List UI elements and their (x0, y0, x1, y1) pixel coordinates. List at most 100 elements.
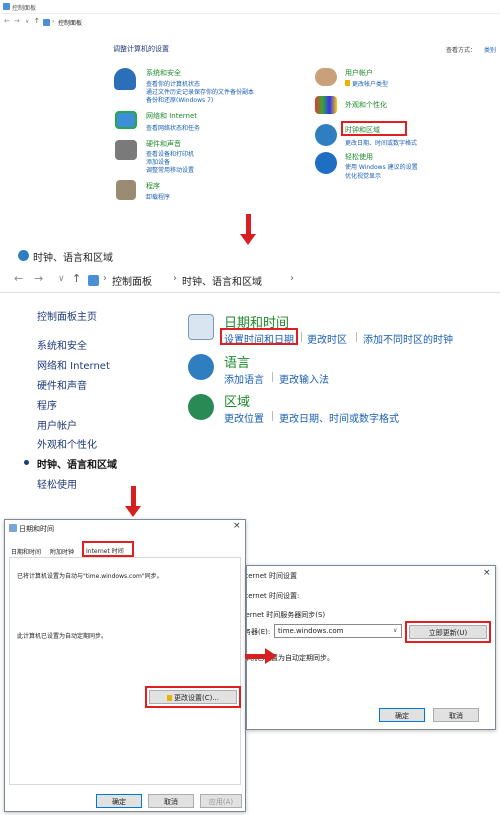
up-arrow-icon[interactable]: ↑ (72, 272, 81, 285)
close-icon[interactable]: × (483, 568, 491, 578)
sidebar-item-user-accounts[interactable]: 用户帐户 (37, 417, 77, 432)
link-windows-recommended[interactable]: 使用 Windows 建议的设置 (345, 162, 418, 171)
link-change-input[interactable]: 更改输入法 (279, 371, 329, 386)
forward-arrow-icon[interactable]: → (14, 17, 20, 25)
down-arrow-icon (131, 486, 136, 508)
back-arrow-icon[interactable]: ← (4, 17, 10, 25)
sidebar-item-ease-of-access[interactable]: 轻松使用 (37, 476, 77, 491)
shield-icon (166, 695, 172, 701)
cancel-button[interactable]: 取消 (148, 794, 194, 808)
network-icon (115, 111, 137, 129)
dialog-clock-icon (9, 524, 17, 532)
link-optimize-visual[interactable]: 优化视觉显示 (345, 171, 381, 180)
sidebar-item-clock-region[interactable]: 时钟、语言和区域 (37, 456, 117, 471)
back-arrow-icon[interactable]: ← (14, 272, 23, 285)
sync-checkbox[interactable]: 与 Internet 时间服务器同步(S) (247, 610, 325, 620)
link-network-status[interactable]: 查看网络状态和任务 (146, 123, 200, 132)
link-change-timezone[interactable]: 更改时区 (307, 331, 347, 346)
sidebar-item-system-security[interactable]: 系统和安全 (37, 337, 87, 352)
tab-content-panel (9, 557, 241, 785)
update-now-button[interactable]: 立即更新(U) (409, 625, 487, 639)
link-separator (356, 332, 357, 342)
sync-status-line: 已将计算机设置为自动与"time.windows.com"同步。 (17, 573, 163, 580)
section-region-title[interactable]: 区域 (224, 391, 250, 410)
panel1-navbar: ← → ∨ ↑ › 控制面板 (0, 15, 500, 29)
sidebar-item-home[interactable]: 控制面板主页 (37, 308, 97, 323)
link-backup-restore[interactable]: 备份和还原(Windows 7) (146, 95, 213, 104)
link-change-format[interactable]: 更改日期、时间或数字格式 (279, 410, 399, 425)
auto-sync-line: 此计算机已设置为自动定期同步。 (17, 633, 108, 640)
tab-additional-clocks[interactable]: 附加时钟 (50, 547, 74, 556)
link-separator (272, 372, 273, 382)
category-appearance[interactable]: 外观和个性化 (345, 100, 387, 110)
apply-button[interactable]: 应用(A) (200, 794, 242, 808)
breadcrumb-clock-region[interactable]: 时钟、语言和区域 (182, 273, 262, 288)
category-ease-of-access[interactable]: 轻松使用 (345, 152, 373, 162)
dialog1-title: 日期和时间 (19, 525, 54, 533)
link-change-location[interactable]: 更改位置 (224, 410, 264, 425)
sidebar-item-appearance[interactable]: 外观和个性化 (37, 436, 97, 451)
link-add-language[interactable]: 添加语言 (224, 371, 264, 386)
breadcrumb-separator: › (103, 273, 107, 284)
category-system-security[interactable]: 系统和安全 (146, 68, 181, 78)
category-network[interactable]: 网络和 Internet (146, 111, 197, 121)
link-uninstall[interactable]: 卸载程序 (146, 192, 170, 201)
tab-date-time[interactable]: 日期和时间 (11, 547, 41, 556)
ease-of-access-icon (315, 152, 337, 174)
view-by-select[interactable]: 类别 (484, 45, 496, 54)
breadcrumb-cp-icon (88, 275, 99, 286)
link-add-clocks[interactable]: 添加不同时区的时钟 (363, 331, 453, 346)
panel2-navbar: ← → ∨ ↑ › 控制面板 › 时钟、语言和区域 › (0, 270, 500, 290)
close-icon[interactable]: × (233, 521, 241, 531)
clock-region-title-icon (18, 250, 29, 261)
dropdown-chevron-icon[interactable]: ∨ (58, 274, 65, 284)
section-language-title[interactable]: 语言 (224, 352, 250, 371)
breadcrumb-control-panel[interactable]: 控制面板 (112, 273, 152, 288)
breadcrumb-separator: › (173, 273, 177, 284)
link-separator (272, 411, 273, 421)
highlight-set-time-date (220, 328, 298, 345)
language-icon (188, 354, 214, 380)
breadcrumb-cp-icon (43, 19, 50, 26)
clock-region-icon (315, 124, 337, 146)
view-by-label: 查看方式： (446, 47, 477, 54)
link-change-account-type[interactable]: 更改帐户类型 (352, 79, 388, 88)
change-settings-label: 更改设置(C)... (173, 694, 220, 702)
ok-button[interactable]: 确定 (96, 794, 142, 808)
link-mobility-settings[interactable]: 调整常用移动设置 (146, 165, 194, 174)
ok-button[interactable]: 确定 (379, 708, 425, 722)
panel2-titlebar: 时钟、语言和区域 (0, 248, 500, 264)
control-panel-icon (3, 3, 10, 10)
highlight-clock-region (341, 121, 407, 136)
sidebar-item-programs[interactable]: 程序 (37, 397, 57, 412)
category-hardware-sound[interactable]: 硬件和声音 (146, 139, 181, 149)
user-accounts-icon (315, 68, 337, 86)
server-value: time.windows.com (278, 627, 344, 635)
down-arrow-head-icon (240, 234, 256, 245)
right-arrow-icon (245, 654, 267, 659)
programs-icon (116, 180, 136, 200)
panel1-heading: 调整计算机的设置 (113, 45, 169, 53)
dropdown-chevron-icon[interactable]: ∨ (25, 18, 29, 25)
right-arrow-head-icon (265, 648, 277, 664)
dialog2-title: Internet 时间设置 (246, 572, 298, 580)
server-combobox[interactable]: time.windows.com ∨ (274, 624, 402, 638)
panel1-titlebar: 控制面板 (0, 0, 500, 14)
category-programs[interactable]: 程序 (146, 181, 160, 191)
panel1-breadcrumb[interactable]: 控制面板 (58, 18, 82, 27)
appearance-icon (315, 96, 337, 114)
sidebar-item-hardware-sound[interactable]: 硬件和声音 (37, 377, 87, 392)
cancel-button[interactable]: 取消 (433, 708, 479, 722)
category-user-accounts[interactable]: 用户帐户 (345, 68, 373, 78)
down-arrow-icon (246, 214, 251, 236)
forward-arrow-icon[interactable]: → (34, 272, 43, 285)
tab-internet-time[interactable]: Internet 时间 (86, 546, 124, 555)
panel2-divider (0, 292, 500, 293)
panel1-title: 控制面板 (12, 5, 37, 12)
sidebar-item-network[interactable]: 网络和 Internet (37, 357, 110, 372)
shield-icon (345, 80, 350, 86)
region-icon (188, 394, 214, 420)
up-arrow-icon[interactable]: ↑ (34, 17, 40, 25)
link-change-date-format[interactable]: 更改日期、时间或数字格式 (345, 138, 417, 147)
change-settings-button[interactable]: 更改设置(C)... (149, 690, 237, 704)
